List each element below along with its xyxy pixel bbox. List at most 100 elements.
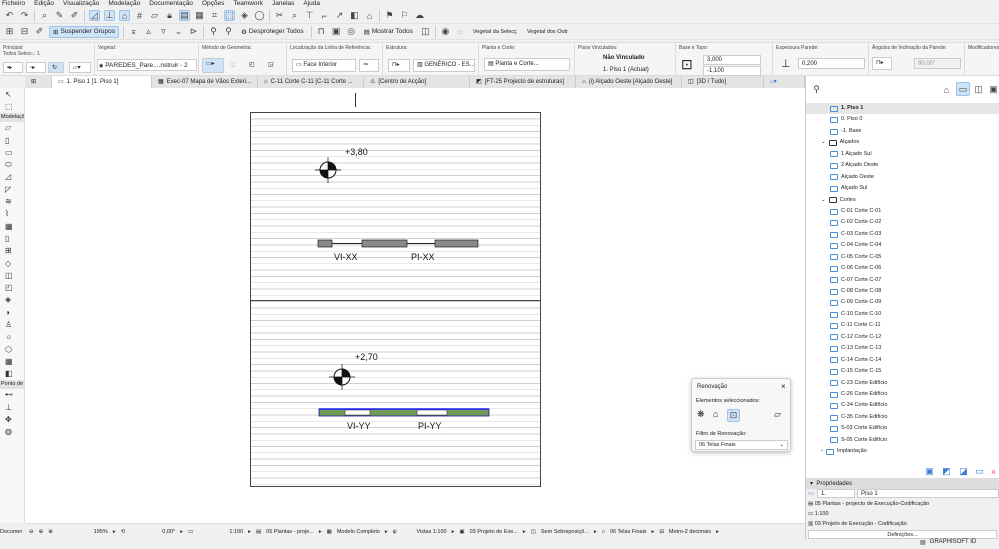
navigator-item[interactable]: C-13 Corte C-13 bbox=[806, 343, 999, 354]
floorplan-select[interactable]: ▤ Planta e Corte... bbox=[484, 58, 570, 71]
close-icon[interactable]: × bbox=[781, 382, 786, 391]
tool-window[interactable]: ⊞ bbox=[0, 245, 25, 257]
lock-icon[interactable]: 🔒︎ bbox=[164, 10, 175, 21]
syringe-icon[interactable]: ✐ bbox=[69, 10, 80, 21]
renovation-filter-select[interactable]: 06 Telas Finais ⌄ bbox=[695, 440, 788, 450]
zoom-icon[interactable]: ⌕ bbox=[289, 10, 300, 21]
straight-wall-button[interactable]: ▭▸ bbox=[202, 58, 224, 73]
navigator-item[interactable]: › Implantação bbox=[806, 446, 999, 457]
wall-elements-top[interactable] bbox=[315, 239, 550, 251]
tab-action-center[interactable]: ⚠ [Centro de Acção] bbox=[364, 76, 470, 88]
navigator-item[interactable]: C-09 Corte C-09 bbox=[806, 297, 999, 308]
ref-selector[interactable]: ▫▸ bbox=[26, 62, 46, 73]
bring-forward-icon[interactable]: ▵ bbox=[143, 26, 154, 37]
tool-column[interactable]: ▯ bbox=[0, 134, 25, 146]
navigator-item[interactable]: C-12 Corte C-12 bbox=[806, 332, 999, 343]
trace-icon[interactable]: ▤ bbox=[179, 10, 190, 21]
bring-front-icon[interactable]: ⌅ bbox=[128, 26, 139, 37]
navigator-item[interactable]: C-07 Corte C-07 bbox=[806, 275, 999, 286]
angle-value[interactable]: 0,00° bbox=[130, 529, 175, 535]
tool-radial[interactable]: ◍ bbox=[0, 426, 25, 438]
tool-skylight[interactable]: ◇ bbox=[0, 257, 25, 269]
navigator-item[interactable]: 0. Piso 0 bbox=[806, 114, 999, 125]
tool-panel[interactable]: ◧ bbox=[0, 368, 25, 380]
tool-arrow[interactable]: ↖ bbox=[0, 88, 25, 100]
menu-item[interactable]: Visualização bbox=[63, 0, 99, 8]
find-select-icon[interactable]: ⌕ bbox=[39, 10, 50, 21]
tool-wall-end[interactable]: ◫ bbox=[0, 269, 25, 281]
guide-lines-icon[interactable]: ◿ bbox=[89, 10, 100, 21]
thickness-input[interactable]: 0,200 bbox=[798, 58, 865, 69]
top-height-input[interactable]: 3,000 bbox=[703, 55, 761, 65]
marquee-icon[interactable]: ⬚ bbox=[224, 10, 235, 21]
dimension-select[interactable]: 03 Projeto de Exe... bbox=[470, 529, 518, 535]
pen-set-select[interactable]: Vistas 1:100 bbox=[402, 529, 446, 535]
favorites-button[interactable]: ▱▾ bbox=[69, 62, 91, 73]
tool-dimension[interactable]: ⊷ bbox=[0, 389, 25, 401]
menu-item[interactable]: Ficheiro bbox=[2, 0, 25, 8]
menu-item[interactable]: Teamwork bbox=[233, 0, 263, 8]
delete-icon[interactable]: × bbox=[988, 466, 999, 477]
zoom-in-icon[interactable]: ⊕ bbox=[39, 529, 44, 535]
curved-wall-button[interactable]: ◲ bbox=[265, 60, 283, 71]
redo-icon[interactable]: ↷ bbox=[19, 10, 30, 21]
unprotect-all-button[interactable]: ⚙ Desproteger Todos bbox=[238, 27, 307, 37]
existing-filter-icon[interactable]: ❋ bbox=[697, 409, 705, 420]
navigator-item[interactable]: C-15 Corte C-15 bbox=[806, 366, 999, 377]
override-select[interactable]: Sem Sobreposiçõ... bbox=[541, 529, 589, 535]
chevron-down-icon[interactable]: ⌄ bbox=[821, 137, 826, 148]
fillet-icon[interactable]: ↗ bbox=[334, 10, 345, 21]
properties-id-input[interactable]: 1. bbox=[817, 489, 855, 498]
properties-header[interactable]: ▾ Propriedades bbox=[806, 479, 999, 489]
element-selector[interactable]: ▪▸ bbox=[3, 62, 23, 73]
layer-selection-button[interactable]: Vegetal da Selecç bbox=[470, 28, 520, 36]
navigator-item[interactable]: S-03 Corte Edifício bbox=[806, 423, 999, 434]
eyedropper-icon[interactable]: ✎ bbox=[54, 10, 65, 21]
hide-icon[interactable]: ⊓ bbox=[316, 26, 327, 37]
tool-zone[interactable]: ⬡ bbox=[0, 343, 25, 355]
tool-stair[interactable]: ≋ bbox=[0, 195, 25, 207]
refline-select[interactable]: ▭ Face Interior bbox=[292, 59, 356, 72]
flag-icon[interactable]: ⚑ bbox=[384, 10, 395, 21]
linked-top-value[interactable]: Não Vinculado bbox=[603, 55, 645, 61]
layer-visibility-icon[interactable]: ◉ bbox=[440, 26, 451, 37]
circle-icon[interactable]: ◯ bbox=[254, 10, 265, 21]
cross-icon[interactable]: ⌗ bbox=[209, 10, 220, 21]
layers-icon[interactable]: ▱ bbox=[149, 10, 160, 21]
group-icon[interactable]: ⊞ bbox=[4, 26, 15, 37]
new-folder-icon[interactable]: ◪ bbox=[958, 466, 969, 477]
split-icon[interactable]: ◧ bbox=[349, 10, 360, 21]
roof-icon[interactable]: ⌂ bbox=[364, 10, 375, 21]
graphisoft-id[interactable]: ▤ GRAPHISOFT ID bbox=[920, 539, 976, 546]
toolbox-section-document[interactable]: Ponto de bbox=[0, 379, 24, 389]
menu-item[interactable]: Ajuda bbox=[303, 0, 320, 8]
navigator-item[interactable]: C-04 Corte C-04 bbox=[806, 240, 999, 251]
layer-combination-select[interactable]: 05 Plantas - proje... bbox=[266, 529, 314, 535]
angle-input[interactable]: 90,00° bbox=[914, 58, 961, 69]
send-backward-icon[interactable]: ▿ bbox=[158, 26, 169, 37]
base-offset-input[interactable]: -1,100 bbox=[703, 66, 761, 76]
properties-view-set[interactable]: ▤ 05 Plantas - projecto de Execução-Codi… bbox=[806, 499, 999, 509]
polygon-wall-button[interactable]: ◰ bbox=[246, 60, 264, 71]
tool-curtain-wall[interactable]: ▦ bbox=[0, 220, 25, 232]
chevron-right-icon[interactable]: › bbox=[821, 446, 823, 457]
navigator-item[interactable]: ⌄ Cortes bbox=[806, 195, 999, 206]
scissors-icon[interactable]: ✂ bbox=[274, 10, 285, 21]
tab-layout[interactable]: ◩ [FT-25 Projecto de estruturas] bbox=[470, 76, 576, 88]
layer-select[interactable]: ◉ PAREDES_Pare....nstruir - 2 bbox=[97, 59, 197, 71]
publisher-icon[interactable]: ▣ bbox=[988, 84, 999, 95]
tool-level[interactable]: ⊥ bbox=[0, 401, 25, 413]
navigator-item[interactable]: C-34 Corte Edifício bbox=[806, 400, 999, 411]
menu-item[interactable]: Janelas bbox=[272, 0, 294, 8]
navigator-item[interactable]: ⌄ Alçados bbox=[806, 137, 999, 148]
tool-wall[interactable]: ▱ bbox=[0, 122, 25, 134]
navigator-item[interactable]: C-08 Corte C-08 bbox=[806, 286, 999, 297]
unlock-icon[interactable]: ⚲ bbox=[223, 26, 234, 37]
model-view-select[interactable]: Modelo Completo bbox=[337, 529, 380, 535]
renovation-filter-status[interactable]: 06 Telas Finais bbox=[610, 529, 647, 535]
suspend-groups-button[interactable]: ⊞ Suspender Grupos bbox=[49, 25, 120, 38]
tool-shell[interactable]: ◸ bbox=[0, 183, 25, 195]
composite-select[interactable]: ▥ GENÉRICO - ES... bbox=[413, 59, 475, 72]
snap-guides-icon[interactable]: ⊥ bbox=[104, 10, 115, 21]
tool-beam[interactable]: ▭ bbox=[0, 146, 25, 158]
